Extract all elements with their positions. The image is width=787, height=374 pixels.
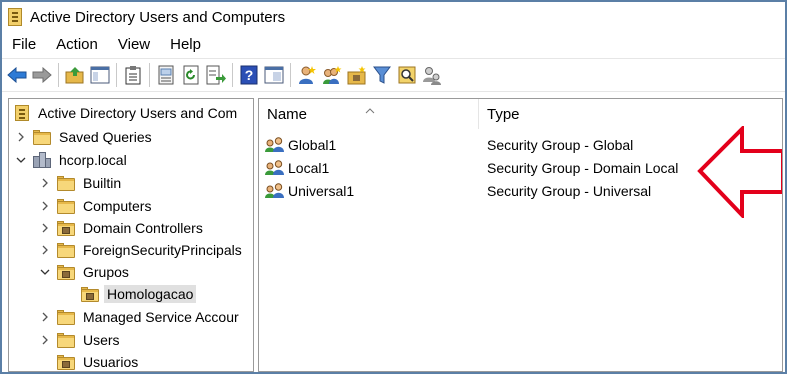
aduc-app-icon xyxy=(8,8,22,26)
chevron-right-icon[interactable] xyxy=(15,131,27,143)
aduc-snapin-icon xyxy=(15,105,29,121)
tree-item-label: Users xyxy=(83,332,120,348)
forward-arrow-icon[interactable] xyxy=(31,64,53,86)
chevron-right-icon[interactable] xyxy=(39,311,51,323)
tree-item-label: ForeignSecurityPrincipals xyxy=(83,242,242,258)
tree-root-label: Active Directory Users and Com xyxy=(38,105,238,121)
console-tree-icon[interactable] xyxy=(263,64,285,86)
annotation-arrow-icon xyxy=(697,126,782,218)
security-group-icon xyxy=(265,137,285,153)
tree-item-builtin[interactable]: Builtin xyxy=(39,172,124,194)
back-arrow-icon[interactable] xyxy=(6,64,28,86)
chevron-down-icon[interactable] xyxy=(15,154,27,166)
toolbar-separator xyxy=(290,63,291,87)
chevron-right-icon[interactable] xyxy=(39,177,51,189)
tree-item-computers[interactable]: Computers xyxy=(39,195,154,217)
ou-folder-icon xyxy=(81,286,99,302)
help-icon[interactable]: ? xyxy=(238,64,260,86)
chevron-right-icon[interactable] xyxy=(39,222,51,234)
toolbar: ? xyxy=(2,58,785,92)
group-name: Local1 xyxy=(288,160,330,176)
tree-item-label: Managed Service Accour xyxy=(83,309,239,325)
toolbar-separator xyxy=(149,63,150,87)
folder-icon xyxy=(57,309,75,325)
group-name: Global1 xyxy=(288,137,337,153)
properties-icon[interactable] xyxy=(155,64,177,86)
tree-item-label: Grupos xyxy=(83,264,129,280)
menu-help[interactable]: Help xyxy=(170,36,201,53)
group-name: Universal1 xyxy=(288,183,355,199)
show-tree-icon[interactable] xyxy=(89,64,111,86)
export-list-icon[interactable] xyxy=(205,64,227,86)
tree-item-label: Computers xyxy=(83,198,152,214)
folder-icon xyxy=(57,242,75,258)
toolbar-separator xyxy=(58,63,59,87)
menu-file[interactable]: File xyxy=(12,36,36,53)
menu-action[interactable]: Action xyxy=(56,36,98,53)
refresh-icon[interactable] xyxy=(180,64,202,86)
ou-folder-icon xyxy=(57,354,75,370)
menu-bar: File Action View Help xyxy=(2,32,785,56)
tree-item-domain[interactable]: hcorp.local xyxy=(15,149,130,171)
new-ou-icon[interactable] xyxy=(346,64,368,86)
chevron-down-icon[interactable] xyxy=(39,266,51,278)
tree-item-label: Saved Queries xyxy=(59,129,152,145)
toolbar-separator xyxy=(116,63,117,87)
tree-item-homologacao[interactable]: Homologacao xyxy=(81,283,197,305)
svg-text:?: ? xyxy=(245,67,254,83)
tree-item-label: Usuarios xyxy=(83,354,139,370)
tree-item-label: Domain Controllers xyxy=(83,220,203,236)
chevron-right-icon[interactable] xyxy=(39,200,51,212)
new-group-icon[interactable] xyxy=(321,64,343,86)
tree-item-users[interactable]: Users xyxy=(39,329,123,351)
tree-root[interactable]: Active Directory Users and Com xyxy=(13,102,240,124)
tree-item-domain-controllers[interactable]: Domain Controllers xyxy=(39,217,206,239)
window-frame: Active Directory Users and Computers Fil… xyxy=(0,0,787,374)
delegate-icon[interactable] xyxy=(421,64,443,86)
menu-view[interactable]: View xyxy=(118,36,150,53)
console-tree-pane[interactable]: Active Directory Users and Com Saved Que… xyxy=(8,98,254,372)
domain-icon xyxy=(33,152,51,168)
tree-item-label: hcorp.local xyxy=(59,152,127,168)
title-bar: Active Directory Users and Computers xyxy=(2,2,785,32)
tree-item-label: Homologacao xyxy=(104,285,197,303)
group-type: Security Group - Global xyxy=(487,137,634,153)
new-user-icon[interactable] xyxy=(296,64,318,86)
tree-item-managed-service-accounts[interactable]: Managed Service Accour xyxy=(39,306,242,328)
column-header-label: Type xyxy=(487,105,520,123)
group-type: Security Group - Universal xyxy=(487,183,652,199)
tree-item-grupos[interactable]: Grupos xyxy=(39,261,132,283)
tree-item-usuarios[interactable]: Usuarios xyxy=(57,351,141,371)
tree-item-foreign-security-principals[interactable]: ForeignSecurityPrincipals xyxy=(39,239,245,261)
up-folder-icon[interactable] xyxy=(64,64,86,86)
ou-folder-icon xyxy=(57,220,75,236)
chevron-right-icon[interactable] xyxy=(39,244,51,256)
folder-icon xyxy=(57,198,75,214)
find-icon[interactable] xyxy=(396,64,418,86)
folder-icon xyxy=(57,332,75,348)
column-header-type[interactable]: Type xyxy=(479,99,779,129)
security-group-icon xyxy=(265,160,285,176)
details-list-pane[interactable]: Name Type Global1 Security Group - Globa… xyxy=(258,98,783,372)
window-title: Active Directory Users and Computers xyxy=(30,8,286,26)
folder-icon xyxy=(33,129,51,145)
security-group-icon xyxy=(265,183,285,199)
column-header-label: Name xyxy=(267,105,308,123)
group-type: Security Group - Domain Local xyxy=(487,160,679,176)
tree-item-label: Builtin xyxy=(83,175,122,191)
folder-icon xyxy=(57,175,75,191)
sort-ascending-icon xyxy=(365,101,375,117)
ou-folder-icon xyxy=(57,264,75,280)
clipboard-icon[interactable] xyxy=(122,64,144,86)
filter-icon[interactable] xyxy=(371,64,393,86)
tree-item-saved-queries[interactable]: Saved Queries xyxy=(15,126,155,148)
chevron-right-icon[interactable] xyxy=(39,334,51,346)
toolbar-separator xyxy=(232,63,233,87)
